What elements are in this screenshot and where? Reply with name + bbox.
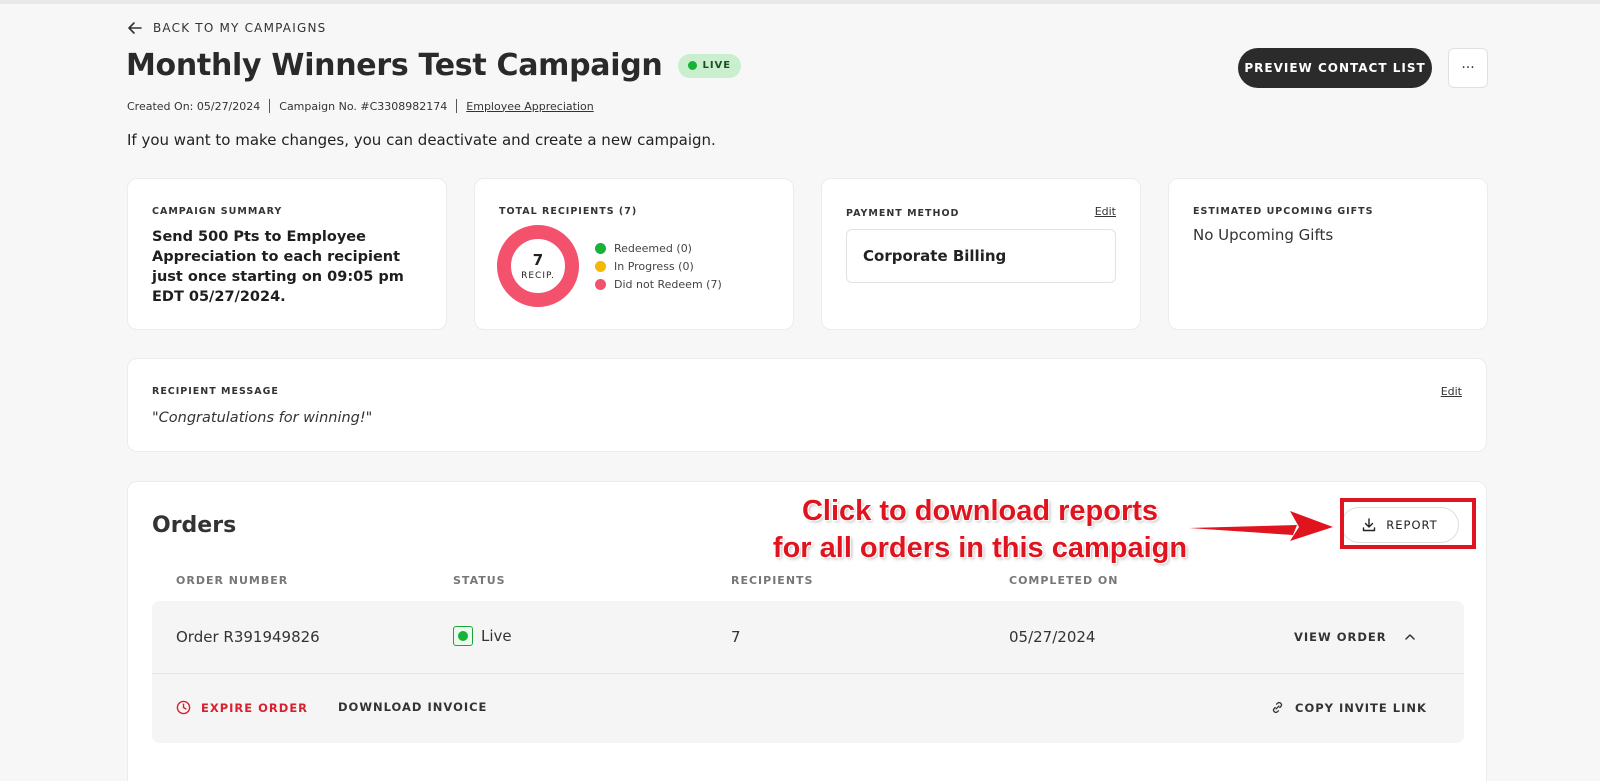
legend-label: In Progress (0) xyxy=(614,259,694,273)
more-icon: ··· xyxy=(1461,60,1475,76)
legend-item-redeemed: Redeemed (0) xyxy=(595,239,722,257)
edit-payment-link[interactable]: Edit xyxy=(1095,205,1116,218)
column-header-status: STATUS xyxy=(453,574,506,587)
status-badge-label: LIVE xyxy=(702,60,732,71)
upcoming-gifts-text: No Upcoming Gifts xyxy=(1193,226,1334,244)
info-text: If you want to make changes, you can dea… xyxy=(127,131,716,149)
chevron-up-icon xyxy=(1404,634,1415,640)
campaign-number: Campaign No. #C3308982174 xyxy=(279,99,448,113)
payment-method-label: PAYMENT METHOD xyxy=(846,208,960,219)
clock-icon xyxy=(176,700,191,715)
order-number: Order R391949826 xyxy=(176,628,320,646)
created-on: Created On: 05/27/2024 xyxy=(127,99,261,113)
upcoming-gifts-label: ESTIMATED UPCOMING GIFTS xyxy=(1193,206,1374,217)
expire-order-button[interactable]: EXPIRE ORDER xyxy=(176,700,308,715)
column-header-completed-on: COMPLETED ON xyxy=(1009,574,1119,587)
payment-method-card: PAYMENT METHOD Edit Corporate Billing xyxy=(821,178,1141,330)
legend-label: Did not Redeem (7) xyxy=(614,277,722,291)
legend-label: Redeemed (0) xyxy=(614,241,692,255)
back-link-label: BACK TO MY CAMPAIGNS xyxy=(153,21,327,35)
copy-invite-link-button[interactable]: COPY INVITE LINK xyxy=(1270,700,1427,715)
recipient-message-card: RECIPIENT MESSAGE Edit "Congratulations … xyxy=(127,358,1487,452)
campaign-summary-text: Send 500 Pts to Employee Appreciation to… xyxy=(152,229,404,305)
campaign-summary-card: CAMPAIGN SUMMARY Send 500 Pts to Employe… xyxy=(127,178,447,330)
meta-divider xyxy=(269,99,271,113)
orders-title: Orders xyxy=(152,513,237,538)
total-recipients-label: TOTAL RECIPIENTS (7) xyxy=(499,206,638,217)
table-row: Order R391949826 Live 7 05/27/2024 VIEW … xyxy=(152,601,1464,673)
annotation-arrow-icon xyxy=(1189,511,1333,541)
legend-item-in-progress: In Progress (0) xyxy=(595,257,722,275)
edit-message-link[interactable]: Edit xyxy=(1441,385,1462,398)
arrow-left-icon xyxy=(128,22,142,34)
more-options-button[interactable]: ··· xyxy=(1448,48,1488,88)
order-actions-row: EXPIRE ORDER DOWNLOAD INVOICE COPY INVIT… xyxy=(152,673,1464,743)
view-order-button[interactable]: VIEW ORDER xyxy=(1294,630,1417,644)
upcoming-gifts-card: ESTIMATED UPCOMING GIFTS No Upcoming Gif… xyxy=(1168,178,1488,330)
annotation-line-2: for all orders in this campaign xyxy=(772,532,1188,564)
live-status-icon xyxy=(453,626,473,646)
copy-invite-link-label: COPY INVITE LINK xyxy=(1295,700,1427,715)
campaign-summary-label: CAMPAIGN SUMMARY xyxy=(152,206,283,217)
order-completed-on: 05/27/2024 xyxy=(1009,628,1096,646)
legend-dot-icon xyxy=(595,242,606,254)
donut-total: 7 xyxy=(532,251,544,269)
link-icon xyxy=(1272,702,1283,713)
donut-unit: RECIP. xyxy=(521,271,555,281)
column-header-recipients: RECIPIENTS xyxy=(731,574,814,587)
download-invoice-label: DOWNLOAD INVOICE xyxy=(338,700,488,714)
recipient-message-label: RECIPIENT MESSAGE xyxy=(152,386,279,397)
download-invoice-button[interactable]: DOWNLOAD INVOICE xyxy=(338,700,487,714)
preview-contact-list-button[interactable]: PREVIEW CONTACT LIST xyxy=(1238,48,1432,88)
legend-item-did-not-redeem: Did not Redeem (7) xyxy=(595,275,722,293)
expire-order-label: EXPIRE ORDER xyxy=(201,700,309,715)
column-header-order-number: ORDER NUMBER xyxy=(176,574,289,587)
category-link[interactable]: Employee Appreciation xyxy=(466,100,593,113)
back-to-campaigns-link[interactable]: BACK TO MY CAMPAIGNS xyxy=(127,20,326,36)
status-badge: LIVE xyxy=(678,53,742,78)
total-recipients-card: TOTAL RECIPIENTS (7) 7 RECIP. Redeemed (… xyxy=(474,178,794,330)
annotation-line-1: Click to download reports xyxy=(801,495,1159,527)
annotation-callout: Click to download reports for all orders… xyxy=(770,493,1190,567)
campaign-meta: Created On: 05/27/2024 Campaign No. #C33… xyxy=(127,99,594,113)
recipients-legend: Redeemed (0) In Progress (0) Did not Red… xyxy=(595,239,722,293)
page-title: Monthly Winners Test Campaign xyxy=(126,48,663,83)
order-status: Live xyxy=(453,626,512,646)
recipient-message-text: "Congratulations for winning!" xyxy=(152,410,373,426)
legend-dot-icon xyxy=(595,260,606,272)
legend-dot-icon xyxy=(595,278,606,290)
annotation-highlight-box xyxy=(1340,498,1476,549)
live-dot-icon xyxy=(688,61,698,70)
order-recipients: 7 xyxy=(731,628,741,646)
order-status-label: Live xyxy=(481,627,512,645)
view-order-label: VIEW ORDER xyxy=(1294,630,1387,644)
top-divider xyxy=(0,0,1600,4)
meta-divider xyxy=(456,99,458,113)
payment-method-value: Corporate Billing xyxy=(846,229,1116,283)
title-row: Monthly Winners Test Campaign LIVE xyxy=(126,48,742,83)
